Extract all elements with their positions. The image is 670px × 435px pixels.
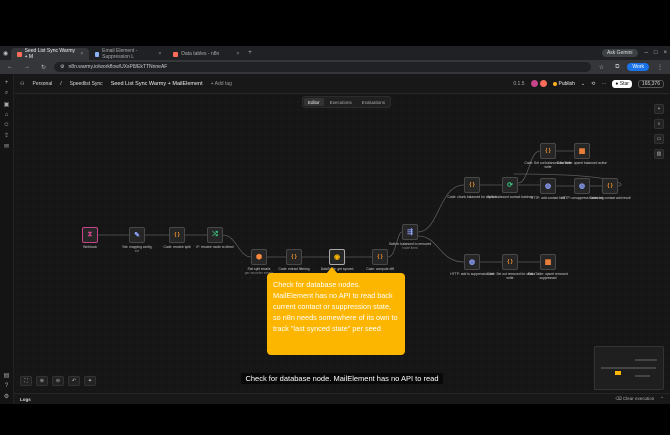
bottom-letterbox xyxy=(0,404,670,435)
search-icon[interactable]: ⌕ xyxy=(5,90,8,97)
close-tab-icon[interactable]: × xyxy=(158,51,161,57)
webhook-icon: ⧗ xyxy=(87,231,93,238)
minimap[interactable] xyxy=(594,346,664,390)
code-resolve-node[interactable]: { } xyxy=(169,227,185,243)
browser-tab-seed-list[interactable]: Seed List Sync Warmy + M × xyxy=(11,48,90,60)
trash-icon: ⌫ xyxy=(615,396,623,401)
switch-node[interactable]: ⇶ xyxy=(402,224,418,240)
panel-toggle-icon[interactable]: ▣ xyxy=(4,101,10,108)
url-field[interactable]: ⚙ n8n.warmy.io/workflow/UXsP8/EkTTNnneAF xyxy=(54,62,591,72)
if-route-node[interactable]: ⤮ xyxy=(207,227,223,243)
n8n-sidebar: + ⌕ ▣ ⌂ ☺ ⇪ ✉ ▤ ? ⚙ xyxy=(0,74,14,404)
switch-icon: ⇶ xyxy=(407,229,413,236)
maximize-icon[interactable]: □ xyxy=(651,50,661,56)
code-set-removed-node[interactable]: { } xyxy=(502,254,518,270)
node-label: Switch: balanced to removed route lines xyxy=(388,242,432,250)
split-batches-node[interactable]: ⟳ xyxy=(502,177,518,193)
extensions-icon[interactable]: ⧉ xyxy=(612,64,622,71)
more-menu-icon[interactable]: ⋮ xyxy=(654,64,666,71)
user-icon[interactable]: ☺ xyxy=(3,122,9,128)
node-label: DataTable: upsert balanced active xyxy=(557,161,607,165)
profile-work-button[interactable]: Work xyxy=(627,63,649,71)
address-bar: ← → ↻ ⚙ n8n.warmy.io/workflow/UXsP8/EkTT… xyxy=(0,60,670,74)
http-add-node[interactable]: ◍ xyxy=(540,178,556,194)
forward-icon[interactable]: → xyxy=(21,64,33,70)
table-icon: ▦ xyxy=(578,148,586,155)
code-set-balanced-node[interactable]: { } xyxy=(540,143,556,159)
flat-split-node[interactable]: ⬢ xyxy=(251,249,267,265)
code-extract-node[interactable]: { } xyxy=(286,249,302,265)
code-chunk-node[interactable]: { } xyxy=(464,177,480,193)
bookmark-star-icon[interactable]: ☆ xyxy=(596,64,607,71)
table-icon: ▦ xyxy=(544,259,552,266)
minimize-icon[interactable]: – xyxy=(642,50,651,56)
loop-icon: ⟳ xyxy=(507,182,513,189)
close-tab-icon[interactable]: × xyxy=(236,51,239,57)
chat-icon[interactable]: ✉ xyxy=(4,143,9,150)
share-icon[interactable]: ⇪ xyxy=(4,132,9,139)
node-label: IF: resolve mode to direct xyxy=(196,245,234,249)
site-info-icon[interactable]: ⚙ xyxy=(60,64,64,70)
http-suppression-node[interactable]: ◍ xyxy=(464,254,480,270)
tab-label: Seed List Sync Warmy + M xyxy=(24,48,76,60)
url-text: n8n.warmy.io/workflow/UXsP8/EkTTNnneAF xyxy=(68,64,168,70)
tab-label: Email Element - Suppression L xyxy=(102,48,138,60)
code-braces-icon: { } xyxy=(174,232,180,238)
node-label: Webhook xyxy=(83,245,97,249)
close-tab-icon[interactable]: × xyxy=(80,51,83,57)
code-braces-icon: { } xyxy=(291,254,297,260)
branch-icon: ⤮ xyxy=(212,231,218,238)
code-braces-icon: { } xyxy=(469,182,475,188)
node-label: DataTable: upsert removed suppressed xyxy=(528,272,568,280)
logs-panel-bar[interactable]: Logs ⌫ Clear execution ⌃ xyxy=(14,393,670,404)
help-icon[interactable]: ? xyxy=(5,383,8,389)
settings-gear-icon[interactable]: ⚙ xyxy=(4,393,9,400)
logs-label[interactable]: Logs xyxy=(20,397,31,402)
node-label: Code: compute diff xyxy=(366,267,394,271)
http-unsuppress-node[interactable]: ◍ xyxy=(574,178,590,194)
clear-execution-button[interactable]: ⌫ Clear execution xyxy=(615,396,654,402)
browser-tab-email-element[interactable]: Email Element - Suppression L × xyxy=(89,48,167,60)
code-braces-icon: { } xyxy=(545,148,551,154)
split-icon: ⬢ xyxy=(255,254,263,261)
new-tab-button[interactable]: + xyxy=(245,50,255,56)
globe-icon: ◍ xyxy=(468,259,476,266)
subtitle-caption: Check for database node. MailElement has… xyxy=(14,373,670,384)
top-letterbox xyxy=(0,0,670,46)
code-log-node[interactable]: { } xyxy=(602,178,618,194)
tooltip-callout: Check for database nodes. MailElement ha… xyxy=(267,273,405,355)
datatable-upsert-removed-node[interactable]: ▦ xyxy=(540,254,556,270)
globe-icon: ◍ xyxy=(544,183,552,190)
set-mapping-node[interactable]: ✎ xyxy=(129,227,145,243)
webhook-node[interactable]: ⧗ xyxy=(82,227,98,243)
datatable-upsert-active-node[interactable]: ▦ xyxy=(574,143,590,159)
datatable-get-synced-node[interactable]: ◉ xyxy=(329,249,345,265)
templates-icon[interactable]: ▤ xyxy=(4,372,10,379)
close-window-icon[interactable]: × xyxy=(660,50,670,56)
pencil-icon: ✎ xyxy=(134,232,140,239)
node-label: Code: log contact add result xyxy=(589,196,631,200)
workflow-canvas[interactable]: ⚇ Personal / Speedlist Sync Seed List Sy… xyxy=(14,74,670,393)
home-icon[interactable]: ⌂ xyxy=(5,112,9,118)
tab-label: Data tables - n8n xyxy=(181,51,220,57)
n8n-favicon-icon xyxy=(173,51,179,57)
code-braces-icon: { } xyxy=(377,254,383,260)
chrome-menu-icon[interactable]: ◉ xyxy=(0,50,11,57)
browser-tab-data-tables[interactable]: Data tables - n8n × xyxy=(167,48,245,60)
reload-icon[interactable]: ↻ xyxy=(38,64,49,71)
browser-tab-bar: ◉ Seed List Sync Warmy + M × Email Eleme… xyxy=(0,46,670,60)
code-braces-icon: { } xyxy=(507,259,513,265)
n8n-favicon-icon xyxy=(17,51,22,57)
add-icon[interactable]: + xyxy=(5,80,9,86)
globe-icon: ◍ xyxy=(578,183,586,190)
ask-gemini-button[interactable]: Ask Gemini xyxy=(601,49,638,57)
page-favicon-icon xyxy=(95,51,100,57)
code-compute-node[interactable]: { } xyxy=(372,249,388,265)
toggle-panel-icon[interactable]: ⌃ xyxy=(660,396,664,402)
back-icon[interactable]: ← xyxy=(4,64,16,70)
code-braces-icon: { } xyxy=(607,183,613,189)
database-icon: ◉ xyxy=(333,254,341,261)
